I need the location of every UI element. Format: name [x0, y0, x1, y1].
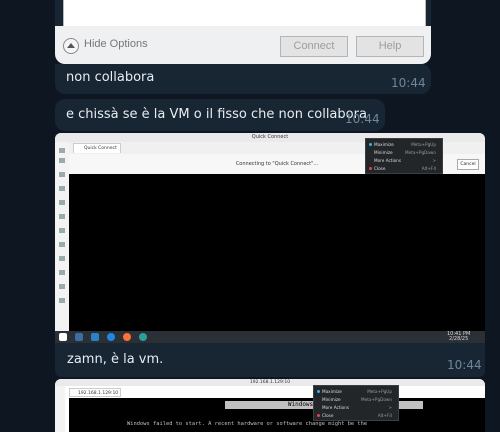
launcher-icon — [59, 333, 67, 341]
check-icon — [369, 143, 372, 146]
menu-minimize-key: Meta+PgDown — [361, 397, 392, 402]
store-icon — [91, 333, 99, 341]
dialog-screenshot-message[interactable]: Hide Options Connect Help — [55, 0, 431, 64]
dialog-button-row: Hide Options Connect Help — [55, 26, 431, 64]
photo-message-bubble[interactable]: Quick Connect Quick Connect Connecting t… — [55, 133, 485, 377]
photo-message-bubble[interactable]: 192.168.1.129:10 192.168.1.129:10 Window… — [55, 379, 485, 432]
hide-options-label: Hide Options — [84, 38, 148, 50]
taskbar: 10:41 PM 2/28/25 — [55, 331, 485, 343]
menu-more-actions: More Actions — [374, 158, 402, 163]
app-sidebar — [55, 142, 70, 331]
check-icon — [317, 390, 320, 393]
remote-desktop-icon — [139, 333, 147, 341]
message-time: 10:44 — [391, 76, 426, 90]
collapse-icon — [63, 38, 79, 54]
connect-button: Connect — [280, 36, 348, 57]
edge-icon — [107, 333, 115, 341]
menu-maximize-key: Meta+PgUp — [367, 389, 392, 394]
dialog-content-area — [63, 0, 426, 27]
menu-maximize: Maximize — [322, 389, 342, 394]
menu-close: Close — [322, 413, 334, 418]
screenshot-image[interactable]: Quick Connect Quick Connect Connecting t… — [55, 133, 485, 343]
window-title: 192.168.1.129:10 — [55, 379, 485, 386]
close-icon — [369, 167, 372, 170]
menu-minimize: Minimize — [322, 397, 341, 402]
message-text: zamn, è la vm. — [67, 352, 164, 367]
message-time: 10:44 — [447, 358, 482, 372]
boot-error-message: Windows failed to start. A recent hardwa… — [127, 421, 368, 427]
message-bubble[interactable]: e chissà se è la VM o il fisso che non c… — [55, 99, 385, 131]
remote-display — [69, 174, 485, 331]
app-sidebar — [55, 386, 65, 432]
chevron-right-icon: > — [388, 405, 392, 410]
tab-quick-connect: Quick Connect — [73, 143, 121, 153]
clock-date: 2/28/25 — [449, 336, 469, 342]
screenshot-image[interactable]: 192.168.1.129:10 192.168.1.129:10 Window… — [55, 379, 485, 432]
menu-maximize-key: Meta+PgUp — [411, 142, 436, 147]
firefox-icon — [123, 333, 131, 341]
help-button: Help — [356, 36, 424, 57]
cancel-button: Cancel — [457, 159, 479, 170]
close-icon — [317, 414, 320, 417]
message-text: non collabora — [66, 70, 155, 85]
chevron-right-icon: > — [432, 158, 436, 163]
window-context-menu: Maximize Meta+PgUp Minimize Meta+PgDown … — [365, 138, 443, 174]
files-icon — [75, 333, 83, 341]
window-context-menu: Maximize Meta+PgUp Minimize Meta+PgDown … — [313, 385, 399, 421]
menu-close: Close — [374, 166, 386, 171]
tab-remote-host: 192.168.1.129:10 — [69, 388, 121, 397]
menu-minimize-key: Meta+PgDown — [405, 150, 436, 155]
menu-minimize: Minimize — [374, 150, 393, 155]
menu-more-actions: More Actions — [322, 405, 350, 410]
message-time: 10:44 — [345, 112, 380, 126]
message-bubble[interactable]: non collabora 10:44 — [55, 64, 431, 94]
message-text: e chissà se è la VM o il fisso che non c… — [66, 107, 367, 122]
taskbar-clock: 10:41 PM 2/28/25 — [447, 332, 470, 342]
menu-close-key: Alt+F4 — [377, 413, 392, 418]
menu-close-key: Alt+F4 — [421, 166, 436, 171]
menu-maximize: Maximize — [374, 142, 394, 147]
